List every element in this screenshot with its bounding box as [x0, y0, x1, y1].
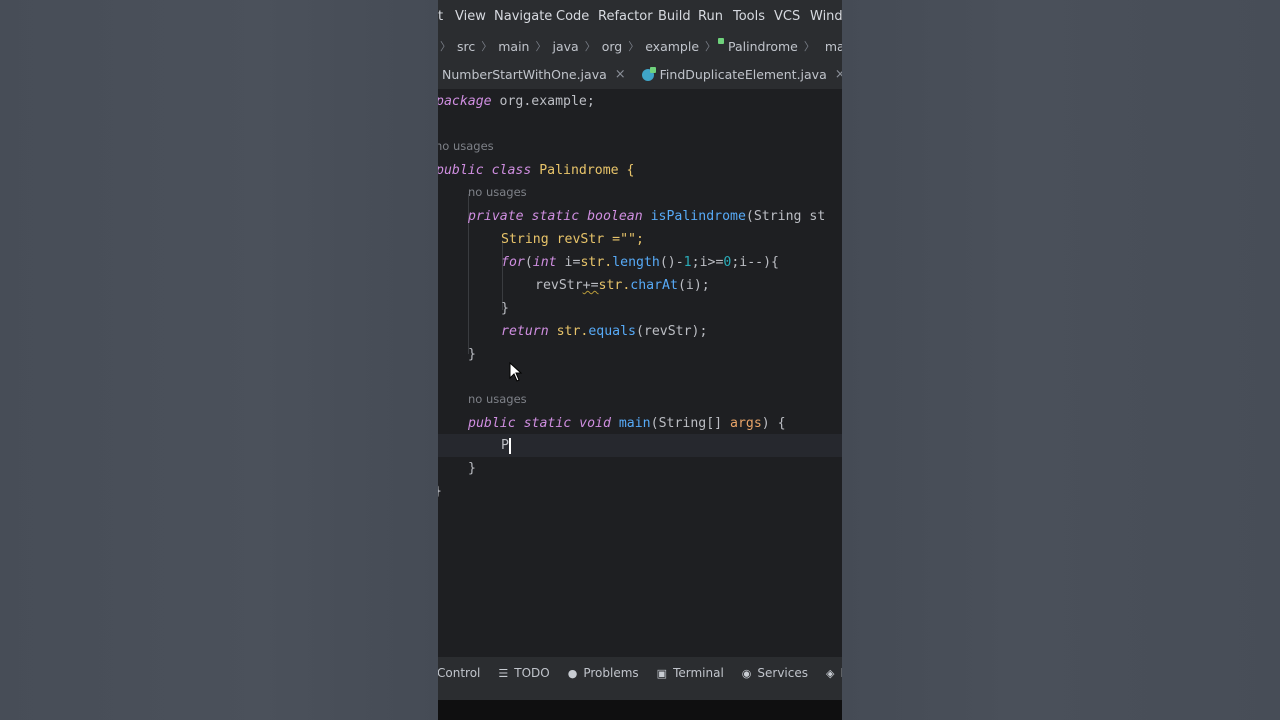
problems-icon: ●	[567, 666, 578, 680]
tool-services[interactable]: ◉ Services	[742, 666, 808, 680]
menu-item-view[interactable]: View	[455, 9, 486, 24]
tab-number-start-with-one[interactable]: NumberStartWithOne.java ×	[442, 60, 626, 89]
tool-label: Services	[757, 666, 808, 680]
close-icon[interactable]: ×	[615, 67, 626, 82]
code-line: public static void main(String[] args) {	[468, 416, 786, 431]
code-line: for(int i=str.length()-1;i>=0;i--){	[501, 255, 779, 270]
breadcrumb-separator: 〉	[803, 40, 815, 53]
code-line: return str.equals(revStr);	[501, 324, 708, 339]
breadcrumb-separator: 〉	[584, 40, 596, 53]
breadcrumb-example[interactable]: example	[645, 39, 699, 54]
breadcrumb-java[interactable]: java	[552, 39, 578, 54]
blurred-background-right	[842, 0, 1280, 720]
usages-hint[interactable]: no usages	[438, 139, 494, 153]
code-line: public class Palindrome {	[438, 163, 635, 178]
tab-label: NumberStartWithOne.java	[442, 67, 607, 82]
code-line: }	[468, 347, 476, 362]
usages-hint[interactable]: no usages	[468, 185, 527, 199]
menu-item-window[interactable]: Windo	[810, 9, 842, 24]
breadcrumb-main[interactable]: main	[498, 39, 529, 54]
tool-label: Problems	[583, 666, 639, 680]
tool-todo[interactable]: ☰ TODO	[498, 666, 549, 680]
menu-item-code[interactable]: Code	[556, 9, 589, 24]
tool-label: Py	[840, 666, 842, 680]
close-icon[interactable]: ×	[835, 67, 842, 82]
tool-label: Terminal	[673, 666, 724, 680]
code-line: }	[438, 480, 442, 503]
breadcrumb-org[interactable]: org	[602, 39, 623, 54]
tool-python[interactable]: ◈ Py	[826, 666, 842, 680]
code-line: }	[501, 301, 509, 316]
tool-label: Control	[438, 666, 481, 680]
menu-bar: t View Navigate Code Refactor Build Run …	[438, 0, 842, 32]
code-line: String revStr ="";	[501, 232, 644, 247]
usages-hint[interactable]: no usages	[468, 392, 527, 406]
code-line: }	[468, 461, 476, 476]
code-line: revStr+=str.charAt(i);	[535, 278, 710, 293]
list-icon: ☰	[498, 666, 509, 680]
code-line: package org.example;	[438, 94, 595, 109]
code-line: private static boolean isPalindrome(Stri…	[468, 209, 826, 224]
breadcrumb: 〉 src 〉 main 〉 java 〉 org 〉 example 〉 Pa…	[438, 32, 842, 60]
breadcrumb-method[interactable]: main	[825, 39, 842, 54]
mouse-pointer-icon	[509, 362, 523, 382]
tab-label: FindDuplicateElement.java	[659, 67, 827, 82]
tab-find-duplicate-element[interactable]: FindDuplicateElement.java ×	[641, 60, 842, 89]
bottom-strip	[438, 700, 842, 720]
tool-terminal[interactable]: ▣ Terminal	[657, 666, 724, 680]
menu-item-window-partial[interactable]: t	[438, 9, 443, 24]
tool-label: TODO	[514, 666, 550, 680]
tool-problems[interactable]: ● Problems	[568, 666, 639, 680]
menu-item-navigate[interactable]: Navigate	[494, 9, 552, 24]
menu-item-vcs[interactable]: VCS	[774, 9, 800, 24]
menu-item-tools[interactable]: Tools	[733, 9, 765, 24]
text-caret	[509, 438, 511, 454]
class-icon	[641, 66, 656, 81]
ide-window: t View Navigate Code Refactor Build Run …	[438, 0, 842, 720]
menu-item-run[interactable]: Run	[698, 9, 723, 24]
menu-item-refactor[interactable]: Refactor	[598, 9, 653, 24]
breadcrumb-separator: 〉	[628, 40, 640, 53]
tool-version-control[interactable]: Control	[438, 666, 480, 680]
current-line-highlight	[438, 434, 842, 457]
breadcrumb-src[interactable]: src	[457, 39, 475, 54]
tool-window-bar: Control ☰ TODO ● Problems ▣ Terminal ◉ S…	[438, 656, 842, 689]
editor-tabs: NumberStartWithOne.java × FindDuplicateE…	[438, 60, 842, 90]
menu-item-build[interactable]: Build	[658, 9, 691, 24]
breadcrumb-class[interactable]: Palindrome	[728, 39, 798, 54]
layers-icon: ◈	[826, 666, 835, 680]
services-icon: ◉	[741, 666, 752, 680]
breadcrumb-separator: 〉	[481, 40, 493, 53]
code-editor[interactable]: package org.example; no usages public cl…	[438, 90, 842, 656]
breadcrumb-separator: 〉	[535, 40, 547, 53]
blurred-background-left	[0, 0, 438, 720]
code-line: P	[501, 438, 509, 453]
breadcrumb-separator: 〉	[705, 40, 717, 53]
breadcrumb-separator: 〉	[440, 40, 451, 53]
terminal-icon: ▣	[656, 666, 668, 680]
